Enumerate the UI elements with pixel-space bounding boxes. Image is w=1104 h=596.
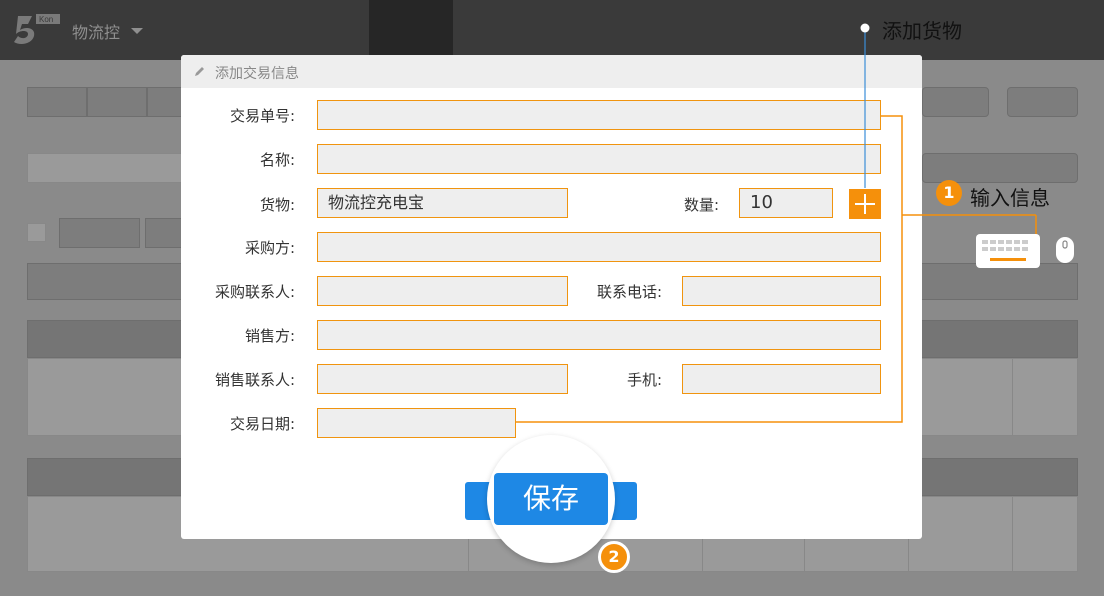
save-button[interactable]: 保存 [494,473,608,525]
step2-badge: 2 [598,541,630,573]
input-info-annotation: 输入信息 [970,186,1050,210]
mouse-icon [1056,237,1074,263]
save-magnifier: 保存 [487,435,615,563]
keyboard-icon [976,234,1040,268]
bracket-line [516,115,903,423]
callout-dot [860,23,870,33]
add-goods-annotation: 添加货物 [882,19,962,43]
step1-badge: 1 [936,180,962,206]
